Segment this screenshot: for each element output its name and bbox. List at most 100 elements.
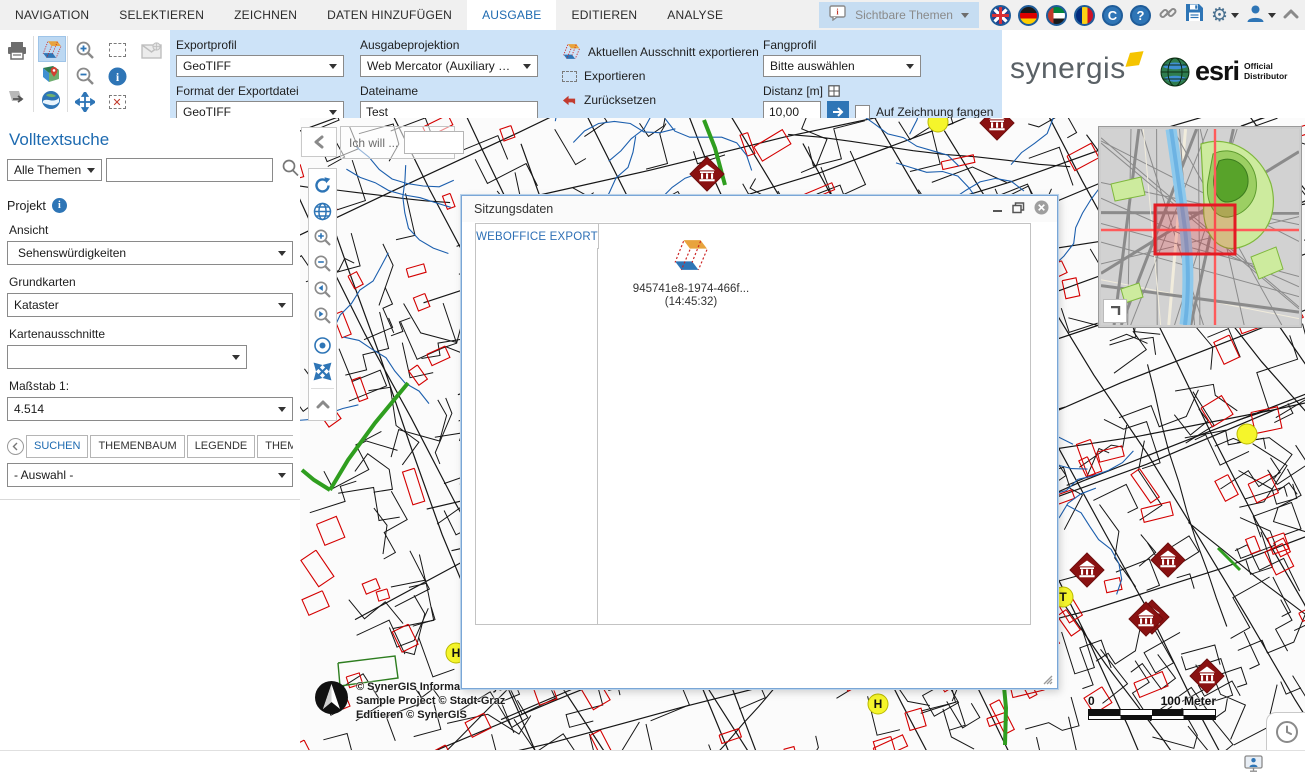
visible-themes-dropdown[interactable]: i Sichtbare Themen xyxy=(819,2,979,28)
output-projection-select[interactable]: Web Mercator (Auxiliary Sp... xyxy=(360,55,538,77)
target-icon xyxy=(313,336,332,355)
sidebar-divider xyxy=(0,499,300,500)
zoom-out-button[interactable] xyxy=(309,250,336,276)
menu-ausgabe[interactable]: AUSGABE xyxy=(467,0,556,30)
map-tools-panel xyxy=(308,168,337,421)
chevron-down-icon xyxy=(1231,13,1239,18)
scalebar-bar xyxy=(1088,709,1216,716)
view-select[interactable]: Sehenswürdigkeiten xyxy=(7,241,293,265)
snap-profile-select[interactable]: Bitte auswählen xyxy=(763,55,921,77)
export-3d-box-icon xyxy=(671,238,711,272)
map-extract-button[interactable] xyxy=(38,62,64,86)
map-pin-icon xyxy=(41,64,61,84)
restore-icon[interactable] xyxy=(1012,202,1025,217)
session-data-dialog: Sitzungsdaten WEBOFFICE EXPORT 945741e8-… xyxy=(461,195,1058,689)
dialog-tab-divider xyxy=(597,248,598,624)
globe-icon xyxy=(313,202,332,221)
collapse-toolbar-icon[interactable] xyxy=(1283,6,1299,24)
select-rectangle-button[interactable] xyxy=(104,38,130,62)
i-will-search[interactable]: Ich will ... xyxy=(340,126,455,159)
menu-selektieren[interactable]: SELEKTIEREN xyxy=(104,0,219,30)
map-extracts-select[interactable] xyxy=(7,345,247,369)
tab-weboffice-export[interactable]: WEBOFFICE EXPORT xyxy=(475,223,599,249)
svg-text:H: H xyxy=(874,697,883,711)
export-result-item[interactable]: 945741e8-1974-466f... (14:45:32) xyxy=(616,238,766,308)
menu-daten-hinzufuegen[interactable]: DATEN HINZUFÜGEN xyxy=(312,0,467,30)
filename-label: Dateiname xyxy=(360,84,538,98)
export-extent-tool-button[interactable] xyxy=(38,36,66,62)
i-will-input[interactable] xyxy=(404,131,464,154)
dialog-resize-handle[interactable] xyxy=(1041,672,1053,684)
help-icon[interactable]: ? xyxy=(1130,5,1151,26)
overview-extent-rect[interactable] xyxy=(1155,205,1235,254)
session-monitor-button[interactable] xyxy=(1244,755,1263,774)
identify-button[interactable]: i xyxy=(104,64,130,88)
share-map-button[interactable] xyxy=(4,86,30,110)
menu-zeichnen[interactable]: ZEICHNEN xyxy=(219,0,312,30)
menu-analyse[interactable]: ANALYSE xyxy=(652,0,738,30)
save-session-icon[interactable] xyxy=(1185,3,1204,27)
tab-suchen[interactable]: SUCHEN xyxy=(26,435,88,458)
next-extent-button[interactable] xyxy=(309,302,336,328)
refresh-map-button[interactable] xyxy=(309,172,336,198)
tabs-scroll-left-button[interactable] xyxy=(7,438,24,455)
minimize-icon[interactable] xyxy=(992,202,1003,216)
overview-collapse-button[interactable] xyxy=(1103,299,1127,323)
previous-extent-button[interactable] xyxy=(309,276,336,302)
zoom-in-button[interactable] xyxy=(309,224,336,250)
clear-selection-button[interactable]: ✕ xyxy=(104,90,130,114)
google-earth-button[interactable] xyxy=(38,88,64,112)
language-arabic-flag-icon[interactable] xyxy=(1046,5,1067,26)
map-area[interactable]: HHT © SynerGIS Informationssysteme GmbH … xyxy=(300,118,1305,750)
language-english-flag-icon[interactable] xyxy=(990,5,1011,26)
corner-arrow-icon xyxy=(1110,306,1121,317)
fulltext-search-input[interactable] xyxy=(106,158,273,182)
share-map-icon xyxy=(7,89,27,107)
export-profile-group: Exportprofil GeoTIFF Format der Exportda… xyxy=(176,38,344,123)
svg-text:H: H xyxy=(452,646,461,660)
ribbon-fields-panel: Exportprofil GeoTIFF Format der Exportda… xyxy=(170,30,1002,118)
scale-select[interactable]: 4.514 xyxy=(7,397,293,421)
svg-text:T: T xyxy=(1059,590,1067,604)
basemaps-select[interactable]: Kataster xyxy=(7,293,293,317)
export-current-extent-button[interactable]: Aktuellen Ausschnitt exportieren xyxy=(562,43,759,60)
tab-legende[interactable]: LEGENDE xyxy=(187,435,256,458)
dialog-titlebar[interactable]: Sitzungsdaten xyxy=(462,196,1057,222)
tab-themen[interactable]: THEM xyxy=(257,435,293,458)
collapse-map-tools-button[interactable] xyxy=(309,391,336,417)
link-icon[interactable] xyxy=(1158,3,1178,28)
full-extent-globe-button[interactable] xyxy=(309,198,336,224)
speech-bubble-icon: i xyxy=(829,5,847,26)
close-icon[interactable] xyxy=(1034,200,1049,218)
search-selection-select[interactable]: - Auswahl - xyxy=(7,463,293,487)
send-mail-button[interactable] xyxy=(138,38,164,62)
menu-navigation[interactable]: NAVIGATION xyxy=(0,0,104,30)
sidebar-collapse-button[interactable] xyxy=(301,127,337,157)
pan-tool-button[interactable] xyxy=(72,90,98,114)
overview-map[interactable] xyxy=(1099,127,1301,327)
zoom-in-icon xyxy=(313,228,332,247)
full-extent-button[interactable] xyxy=(309,358,336,384)
project-info-icon[interactable]: i xyxy=(52,198,67,213)
language-romanian-flag-icon[interactable] xyxy=(1074,5,1095,26)
search-icon[interactable] xyxy=(281,158,300,182)
language-c-icon[interactable]: C xyxy=(1102,5,1123,26)
zoom-in-tool-button[interactable] xyxy=(72,38,98,62)
export-profile-select[interactable]: GeoTIFF xyxy=(176,55,344,77)
time-slider-button[interactable] xyxy=(1266,712,1305,750)
tab-themenbaum[interactable]: THEMENBAUM xyxy=(90,435,184,458)
print-button[interactable] xyxy=(4,38,30,62)
reset-button[interactable]: Zurücksetzen xyxy=(562,92,759,107)
export-profile-label: Exportprofil xyxy=(176,38,344,52)
next-extent-icon xyxy=(313,306,332,325)
language-german-flag-icon[interactable] xyxy=(1018,5,1039,26)
menu-editieren[interactable]: EDITIEREN xyxy=(556,0,652,30)
fulltext-scope-select[interactable]: Alle Themen xyxy=(7,159,102,181)
default-extent-button[interactable] xyxy=(309,332,336,358)
export-actions-group: Aktuellen Ausschnitt exportieren Exporti… xyxy=(562,43,759,107)
export-button[interactable]: Exportieren xyxy=(562,69,759,83)
user-menu[interactable] xyxy=(1246,4,1276,27)
expand-icon xyxy=(313,362,332,381)
zoom-out-tool-button[interactable] xyxy=(72,64,98,88)
settings-menu[interactable]: ⚙ xyxy=(1211,6,1239,25)
